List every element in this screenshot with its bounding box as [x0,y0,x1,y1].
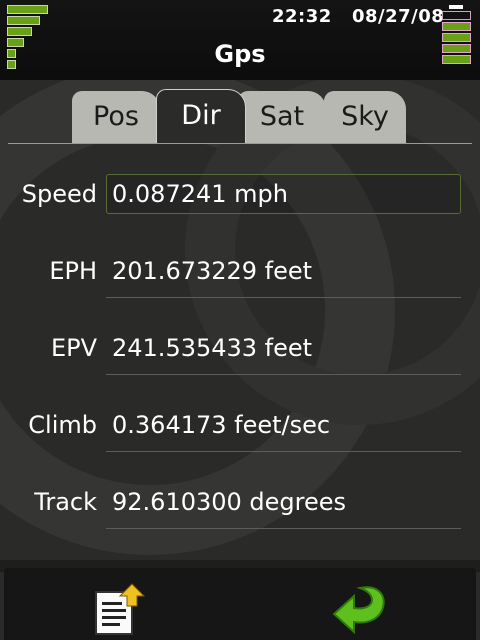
field-row-speed: Speed 0.087241 mph [0,174,480,214]
epv-value[interactable]: 241.535433 feet [106,328,461,368]
export-document-icon[interactable] [92,582,146,638]
clock: 22:32 [272,6,332,27]
back-arrow-icon[interactable] [330,580,390,636]
field-row-epv: EPV 241.535433 feet [0,328,480,375]
eph-label: EPH [49,257,97,285]
field-row-climb: Climb 0.364173 feet/sec [0,405,480,452]
track-underline [106,528,461,529]
eph-underline [106,297,461,298]
climb-value[interactable]: 0.364173 feet/sec [106,405,461,445]
field-row-track: Track 92.610300 degrees [0,482,480,529]
field-row-eph: EPH 201.673229 feet [0,251,480,298]
speed-label: Speed [21,180,97,208]
climb-underline [106,451,461,452]
speed-value[interactable]: 0.087241 mph [106,174,461,214]
app-title: Gps [214,40,266,68]
tab-pos[interactable]: Pos [72,91,160,143]
status-bar: 22:32 08/27/08 Gps [0,0,480,80]
epv-underline [106,374,461,375]
climb-label: Climb [28,411,97,439]
track-label: Track [34,488,97,516]
tab-sky[interactable]: Sky [324,91,406,143]
toolbar [4,568,476,640]
tab-dir[interactable]: Dir [156,89,246,143]
epv-label: EPV [50,334,97,362]
eph-value[interactable]: 201.673229 feet [106,251,461,291]
tab-sat[interactable]: Sat [238,91,326,143]
track-value[interactable]: 92.610300 degrees [106,482,461,522]
tab-divider [8,143,472,144]
date: 08/27/08 [352,6,445,27]
